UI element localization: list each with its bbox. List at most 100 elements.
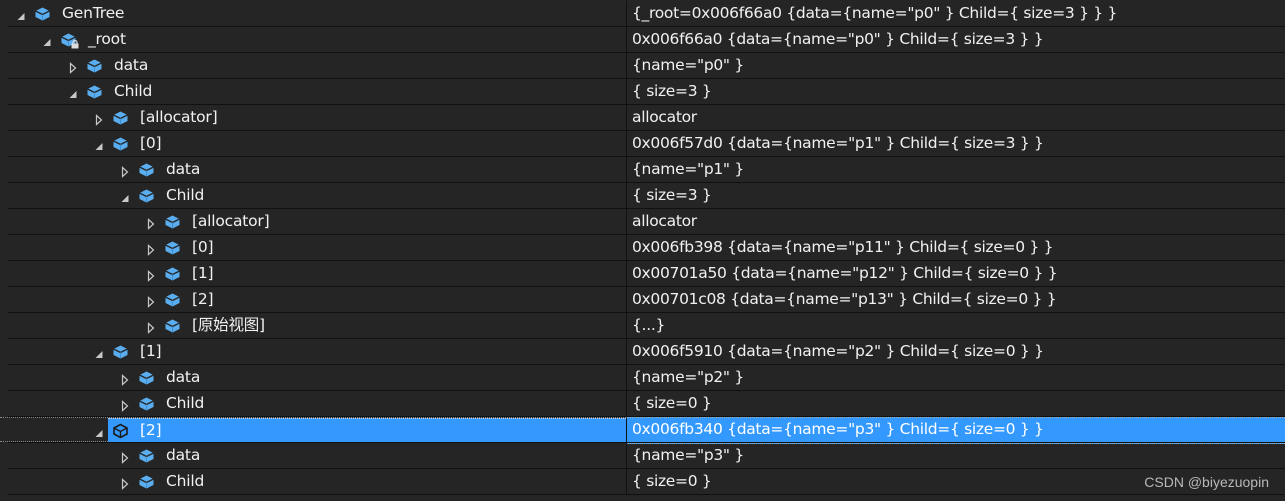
collapse-arrow-icon[interactable]	[16, 8, 26, 20]
tree-row[interactable]: Child { size=3 }	[0, 79, 1285, 105]
name-cell[interactable]: Child	[0, 391, 626, 416]
name-cell[interactable]: [1]	[0, 261, 626, 286]
field-cube-icon	[138, 188, 155, 204]
variable-name: [allocator]	[140, 108, 218, 126]
variable-name: data	[166, 446, 201, 464]
tree-row[interactable]: data {name="p0" }	[0, 53, 1285, 79]
field-cube-icon	[112, 110, 129, 126]
value-cell[interactable]: {name="p3" }	[626, 443, 1285, 468]
value-cell[interactable]: 0x00701a50 {data={name="p12" } Child={ s…	[626, 261, 1285, 286]
selection-highlight	[108, 418, 626, 443]
field-cube-icon	[112, 423, 129, 439]
collapse-arrow-icon[interactable]	[68, 86, 78, 98]
tree-row[interactable]: [allocator] allocator	[0, 105, 1285, 131]
value-cell[interactable]: {name="p0" }	[626, 53, 1285, 78]
collapse-arrow-icon[interactable]	[94, 346, 104, 358]
expand-arrow-icon[interactable]	[94, 112, 104, 126]
tree-row[interactable]: data {name="p3" }	[0, 443, 1285, 469]
value-cell[interactable]: {name="p1" }	[626, 157, 1285, 182]
value-cell[interactable]: { size=3 }	[626, 79, 1285, 104]
name-cell[interactable]: data	[0, 157, 626, 182]
value-cell[interactable]: {...}	[626, 313, 1285, 338]
variable-name: [2]	[192, 290, 214, 308]
private-field-cube-icon	[60, 32, 79, 49]
tree-row[interactable]: [原始视图] {...}	[0, 313, 1285, 339]
value-cell[interactable]: 0x006f5910 {data={name="p2" } Child={ si…	[626, 339, 1285, 364]
name-cell[interactable]: GenTree	[0, 1, 626, 26]
tree-row[interactable]: [allocator] allocator	[0, 209, 1285, 235]
name-cell[interactable]: [0]	[0, 235, 626, 260]
tree-row[interactable]: [0] 0x006f57d0 {data={name="p1" } Child={…	[0, 131, 1285, 157]
tree-row[interactable]: GenTree {_root=0x006f66a0 {data={name="p0…	[0, 1, 1285, 27]
expand-arrow-icon[interactable]	[120, 164, 130, 178]
field-cube-icon	[34, 6, 51, 22]
name-cell[interactable]: [原始视图]	[0, 313, 626, 338]
field-cube-icon	[138, 396, 155, 412]
expand-arrow-icon[interactable]	[120, 476, 130, 490]
name-cell[interactable]: [1]	[0, 339, 626, 364]
value-cell[interactable]: 0x006f66a0 {data={name="p0" } Child={ si…	[626, 27, 1285, 52]
name-cell[interactable]: data	[0, 365, 626, 390]
value-cell[interactable]: { size=0 }	[626, 391, 1285, 416]
tree-row[interactable]: Child { size=0 }	[0, 391, 1285, 417]
name-cell[interactable]: [0]	[0, 131, 626, 156]
variable-name: Child	[166, 394, 205, 412]
variable-name: [0]	[192, 238, 214, 256]
name-cell[interactable]: [allocator]	[0, 105, 626, 130]
tree-row[interactable]: Child { size=3 }	[0, 183, 1285, 209]
tree-row[interactable]: [0] 0x006fb398 {data={name="p11" } Child=…	[0, 235, 1285, 261]
name-cell[interactable]: _root	[0, 27, 626, 52]
collapse-arrow-icon[interactable]	[94, 425, 104, 437]
value-cell[interactable]: allocator	[626, 209, 1285, 234]
collapse-arrow-icon[interactable]	[94, 138, 104, 150]
name-cell[interactable]: [2]	[0, 287, 626, 312]
variable-name: [0]	[140, 134, 162, 152]
value-cell[interactable]: {_root=0x006f66a0 {data={name="p0" } Chi…	[626, 1, 1285, 26]
expand-arrow-icon[interactable]	[120, 450, 130, 464]
field-cube-icon	[164, 240, 181, 256]
expand-arrow-icon[interactable]	[146, 320, 156, 334]
variable-name: [allocator]	[192, 212, 270, 230]
value-cell[interactable]: 0x006fb398 {data={name="p11" } Child={ s…	[626, 235, 1285, 260]
collapse-arrow-icon[interactable]	[120, 190, 130, 202]
value-cell[interactable]: { size=3 }	[626, 183, 1285, 208]
variable-name: GenTree	[62, 4, 125, 22]
value-cell[interactable]: 0x006fb340 {data={name="p3" } Child={ si…	[626, 417, 1285, 444]
value-cell[interactable]: 0x00701c08 {data={name="p13" } Child={ s…	[626, 287, 1285, 312]
expand-arrow-icon[interactable]	[146, 216, 156, 230]
tree-row[interactable]: [1] 0x006f5910 {data={name="p2" } Child={…	[0, 339, 1285, 365]
tree-row[interactable]: [2] 0x00701c08 {data={name="p13" } Child=…	[0, 287, 1285, 313]
variable-name: data	[166, 160, 201, 178]
expand-arrow-icon[interactable]	[120, 372, 130, 386]
tree-row[interactable]: [1] 0x00701a50 {data={name="p12" } Child=…	[0, 261, 1285, 287]
expand-arrow-icon[interactable]	[146, 268, 156, 282]
variable-name: [2]	[140, 421, 162, 439]
name-cell[interactable]: Child	[0, 469, 626, 494]
name-cell[interactable]: data	[0, 53, 626, 78]
name-cell[interactable]: data	[0, 443, 626, 468]
value-cell[interactable]: {name="p2" }	[626, 365, 1285, 390]
tree-row[interactable]: [2] 0x006fb340 {data={name="p3" } Child={…	[0, 417, 1285, 444]
variable-name: data	[166, 368, 201, 386]
field-cube-icon	[138, 370, 155, 386]
tree-row[interactable]: Child{ size=0 }	[0, 469, 1285, 495]
expand-arrow-icon[interactable]	[146, 242, 156, 256]
tree-row[interactable]: data {name="p1" }	[0, 157, 1285, 183]
name-cell[interactable]: [allocator]	[0, 209, 626, 234]
expand-arrow-icon[interactable]	[68, 60, 78, 74]
tree-row[interactable]: data {name="p2" }	[0, 365, 1285, 391]
field-cube-icon	[112, 344, 129, 360]
field-cube-icon	[112, 136, 129, 152]
variable-name: Child	[114, 82, 153, 100]
expand-arrow-icon[interactable]	[120, 398, 130, 412]
field-cube-icon	[164, 292, 181, 308]
value-cell[interactable]: 0x006f57d0 {data={name="p1" } Child={ si…	[626, 131, 1285, 156]
collapse-arrow-icon[interactable]	[42, 34, 52, 46]
name-cell[interactable]: Child	[0, 183, 626, 208]
variable-name: data	[114, 56, 149, 74]
value-cell[interactable]: allocator	[626, 105, 1285, 130]
tree-row[interactable]: _root 0x006f66a0 {data={name="p0" } Child…	[0, 27, 1285, 53]
name-cell[interactable]: [2]	[0, 417, 626, 443]
name-cell[interactable]: Child	[0, 79, 626, 104]
expand-arrow-icon[interactable]	[146, 294, 156, 308]
